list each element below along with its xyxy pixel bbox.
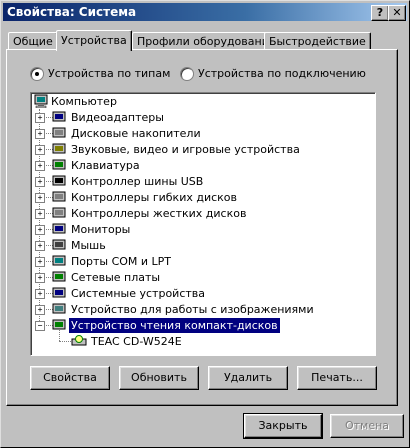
expand-icon[interactable]: + bbox=[35, 129, 45, 139]
tree-item-label: Сетевые платы bbox=[71, 271, 161, 284]
radio-by-connection-label: Устройства по подключению bbox=[198, 67, 366, 80]
tree-item-label: Клавиатура bbox=[71, 159, 140, 172]
window-title: Свойства: Система bbox=[7, 5, 137, 19]
floppy-controller-icon bbox=[52, 191, 66, 202]
imaging-device-icon bbox=[52, 303, 66, 314]
expand-icon[interactable]: + bbox=[35, 177, 45, 187]
tree-root-label: Компьютер bbox=[51, 95, 117, 108]
display-adapter-icon bbox=[52, 111, 66, 122]
tree-item-label: Устройство чтения компакт-дисков bbox=[68, 317, 281, 334]
radio-by-type[interactable]: Устройства по типам bbox=[30, 66, 170, 82]
cd-drive-icon bbox=[71, 335, 87, 346]
tree-item-label: Контроллеры гибких дисков bbox=[71, 191, 238, 204]
title-bar[interactable]: Свойства: Система ? ✕ bbox=[3, 3, 407, 21]
tab-performance[interactable]: Быстродействие bbox=[264, 32, 371, 50]
tree-child-branch-line bbox=[59, 341, 71, 342]
tree-item-label: Звуковые, видео и игровые устройства bbox=[71, 143, 300, 156]
tab-hardware-profiles[interactable]: Профили оборудования bbox=[132, 32, 281, 50]
keyboard-icon bbox=[52, 159, 66, 170]
close-window-button[interactable]: ✕ bbox=[388, 5, 406, 21]
expand-icon[interactable]: + bbox=[35, 145, 45, 155]
tree-child-connector bbox=[59, 330, 60, 341]
tree-child-label: TEAC CD-W524E bbox=[91, 335, 182, 348]
tree-item-label: Устройство для работы с изображениями bbox=[71, 303, 314, 316]
expand-icon[interactable]: + bbox=[35, 305, 45, 315]
tab-general[interactable]: Общие bbox=[8, 32, 58, 50]
expand-icon[interactable]: + bbox=[35, 257, 45, 267]
device-tree[interactable]: Компьютер + Видеоадаптеры + Дисковые накопи… bbox=[30, 92, 376, 356]
tree-item-label: Порты COM и LPT bbox=[71, 255, 172, 268]
sound-device-icon bbox=[52, 143, 66, 154]
expand-icon[interactable]: + bbox=[35, 113, 45, 123]
tree-item-label: Контроллер шины USB bbox=[71, 175, 204, 188]
expand-icon[interactable]: + bbox=[35, 209, 45, 219]
refresh-button[interactable]: Обновить bbox=[119, 366, 199, 390]
tree-item-label: Дисковые накопители bbox=[71, 127, 201, 140]
tree-item-label: Мышь bbox=[71, 239, 106, 252]
radio-by-connection[interactable]: Устройства по подключению bbox=[180, 66, 366, 82]
monitor-icon bbox=[52, 223, 66, 234]
expand-icon[interactable]: + bbox=[35, 273, 45, 283]
hdd-controller-icon bbox=[52, 207, 66, 218]
expand-icon[interactable]: + bbox=[35, 289, 45, 299]
system-device-icon bbox=[52, 287, 66, 298]
computer-icon bbox=[34, 94, 48, 108]
mouse-icon bbox=[52, 239, 66, 250]
tree-item-label: Мониторы bbox=[71, 223, 131, 236]
expand-icon[interactable]: + bbox=[35, 161, 45, 171]
expand-icon[interactable]: + bbox=[35, 241, 45, 251]
properties-button[interactable]: Свойства bbox=[30, 366, 110, 390]
usb-icon bbox=[52, 175, 66, 186]
port-icon bbox=[52, 255, 66, 266]
tree-item-label: Видеоадаптеры bbox=[71, 111, 164, 124]
tree-item-label: Контроллеры жестких дисков bbox=[71, 207, 247, 220]
radio-by-connection-indicator[interactable] bbox=[180, 67, 194, 81]
expand-icon[interactable]: + bbox=[35, 193, 45, 203]
tree-item-label: Системные устройства bbox=[71, 287, 205, 300]
network-card-icon bbox=[52, 271, 66, 282]
print-button[interactable]: Печать... bbox=[297, 366, 377, 390]
expand-icon[interactable]: + bbox=[35, 225, 45, 235]
radio-by-type-label: Устройства по типам bbox=[48, 67, 171, 80]
collapse-icon[interactable]: − bbox=[35, 321, 45, 331]
help-button[interactable]: ? bbox=[371, 5, 389, 21]
radio-by-type-indicator[interactable] bbox=[30, 67, 44, 81]
close-button[interactable]: Закрыть bbox=[243, 413, 323, 439]
disk-drive-icon bbox=[52, 127, 66, 138]
tab-devices[interactable]: Устройства bbox=[56, 30, 132, 51]
cancel-button[interactable]: Отмена bbox=[330, 414, 404, 438]
remove-button[interactable]: Удалить bbox=[208, 366, 288, 390]
